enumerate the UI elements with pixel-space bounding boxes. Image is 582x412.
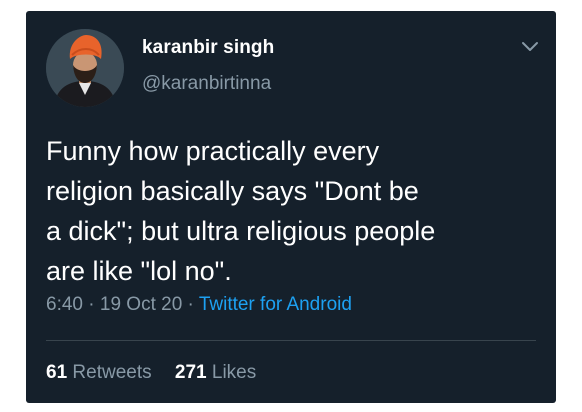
tweet-stats: 61 Retweets 271 Likes bbox=[46, 362, 256, 384]
tweet-time[interactable]: 6:40 bbox=[46, 294, 83, 315]
separator: · bbox=[88, 294, 95, 315]
profile-photo bbox=[46, 29, 124, 107]
retweets-stat[interactable]: 61 Retweets bbox=[46, 362, 157, 383]
display-name[interactable]: karanbir singh bbox=[142, 37, 274, 59]
likes-count: 271 bbox=[174, 362, 207, 383]
retweets-count: 61 bbox=[46, 362, 68, 383]
likes-label: Likes bbox=[211, 362, 257, 383]
avatar[interactable] bbox=[46, 29, 124, 107]
retweets-label: Retweets bbox=[72, 362, 152, 383]
tweet-metadata: 6:40 · 19 Oct 20 · Twitter for Android bbox=[46, 294, 352, 316]
tweet-source-link[interactable]: Twitter for Android bbox=[199, 294, 352, 315]
divider bbox=[46, 340, 536, 341]
tweet-date[interactable]: 19 Oct 20 bbox=[100, 294, 182, 315]
likes-stat[interactable]: 271 Likes bbox=[175, 362, 256, 383]
user-handle[interactable]: @karanbirtinna bbox=[142, 73, 271, 95]
tweet-text: Funny how practically every religion bas… bbox=[46, 136, 436, 286]
tweet-card: karanbir singh @karanbirtinna Funny how … bbox=[26, 11, 556, 403]
separator: · bbox=[187, 294, 194, 315]
chevron-down-icon[interactable] bbox=[520, 39, 540, 55]
